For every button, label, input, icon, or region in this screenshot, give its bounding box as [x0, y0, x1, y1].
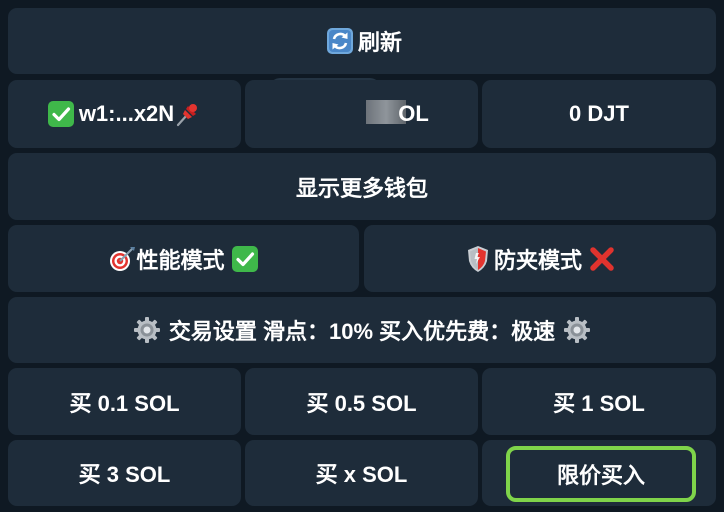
- pushpin-icon: [174, 100, 202, 128]
- buy-button-label: 买 0.5 SOL: [306, 390, 417, 416]
- token-balance-label: 0 DJT: [569, 101, 629, 126]
- refresh-icon: [326, 27, 354, 55]
- checkmark-icon: [47, 100, 75, 128]
- buy-1-sol-button[interactable]: 买 1 SOL: [482, 368, 716, 435]
- wallet-label: w1:...x2N: [78, 101, 175, 126]
- limit-buy-button[interactable]: 限价买入: [506, 446, 696, 502]
- more-wallets-label: 显示更多钱包: [295, 175, 428, 201]
- token-balance-button[interactable]: 0 DJT: [482, 80, 716, 148]
- sol-balance-button[interactable]: OL: [245, 80, 478, 148]
- refresh-button[interactable]: 刷新: [8, 8, 716, 74]
- gear-icon: [563, 316, 591, 344]
- sol-balance-value: OL: [366, 100, 429, 127]
- buy-0-5-sol-button[interactable]: 买 0.5 SOL: [245, 368, 478, 435]
- sol-balance-label: OL: [398, 101, 429, 126]
- buy-button-label: 买 3 SOL: [78, 462, 171, 487]
- buy-x-sol-button[interactable]: 买 x SOL: [245, 440, 478, 506]
- target-icon: [108, 245, 136, 273]
- refresh-label: 刷新: [357, 30, 402, 55]
- buy-button-label: 买 1 SOL: [553, 390, 645, 416]
- wallet-button[interactable]: w1:...x2N: [8, 80, 241, 148]
- cross-icon: [588, 245, 616, 273]
- buy-button-label: 买 x SOL: [315, 462, 408, 487]
- buy-3-sol-button[interactable]: 买 3 SOL: [8, 440, 241, 506]
- anti-sandwich-mode-label: 防夹模式: [493, 247, 582, 273]
- gear-icon: [133, 316, 161, 344]
- limit-buy-label: 限价买入: [556, 463, 645, 488]
- performance-mode-button[interactable]: 性能模式: [8, 225, 359, 292]
- telegram-inline-keyboard: 刷新 w1:...x2N OL 0 DJT 显示更多钱包 性能模式 防夹模式 交…: [0, 0, 724, 512]
- limit-buy-button-cell: 限价买入: [482, 440, 716, 506]
- shield-icon: [464, 245, 492, 273]
- buy-button-label: 买 0.1 SOL: [69, 390, 180, 416]
- trade-settings-button[interactable]: 交易设置 滑点：10% 买入优先费：极速: [8, 297, 716, 363]
- buy-0-1-sol-button[interactable]: 买 0.1 SOL: [8, 368, 241, 435]
- checkmark-icon: [231, 245, 259, 273]
- performance-mode-label: 性能模式: [136, 247, 225, 273]
- more-wallets-button[interactable]: 显示更多钱包: [8, 153, 716, 220]
- trade-settings-label: 交易设置 滑点：10% 买入优先费：极速: [168, 319, 556, 344]
- anti-sandwich-mode-button[interactable]: 防夹模式: [364, 225, 716, 292]
